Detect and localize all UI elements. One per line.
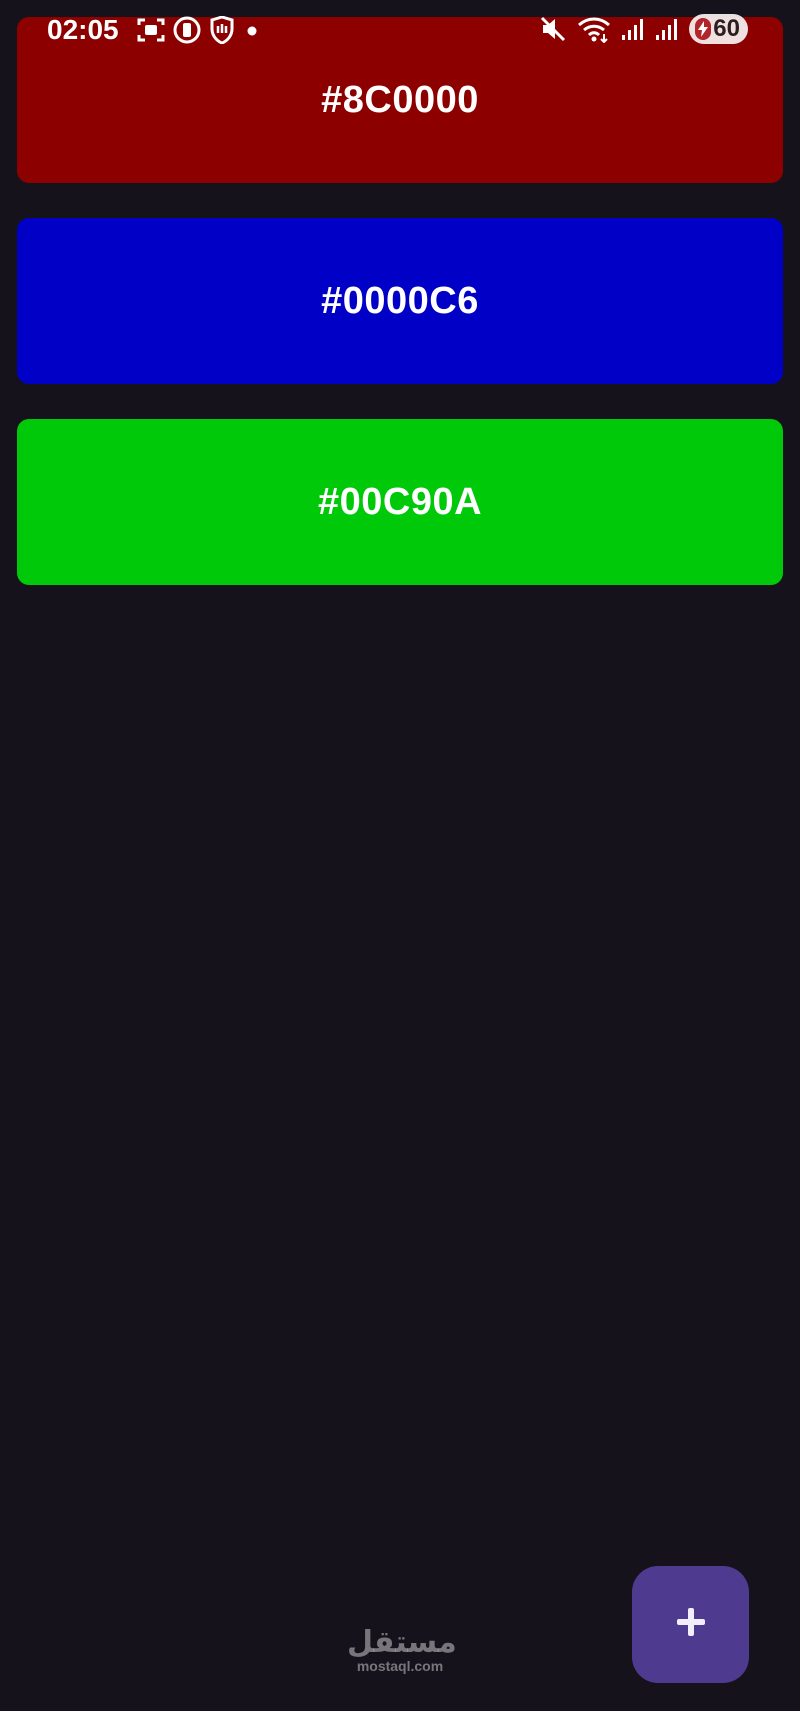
color-card-list: #8C0000 #0000C6 #00C90A [17,17,783,620]
color-hex-label: #00C90A [317,480,483,523]
watermark: مستقل mostaql.com [347,1625,457,1675]
plus-icon [676,1607,706,1642]
color-hex-label: #8C0000 [321,78,479,121]
add-color-button[interactable] [632,1566,749,1683]
color-card-red[interactable]: #8C0000 [17,17,783,183]
watermark-latin: mostaql.com [356,1658,444,1674]
color-card-blue[interactable]: #0000C6 [17,218,783,384]
app-screen: 02:05 60 #8C0000 #0000C6 #00C90A مستقل m… [0,0,800,1711]
watermark-arabic: مستقل [347,1625,457,1660]
color-hex-label: #0000C6 [321,279,479,322]
color-card-green[interactable]: #00C90A [17,419,783,585]
